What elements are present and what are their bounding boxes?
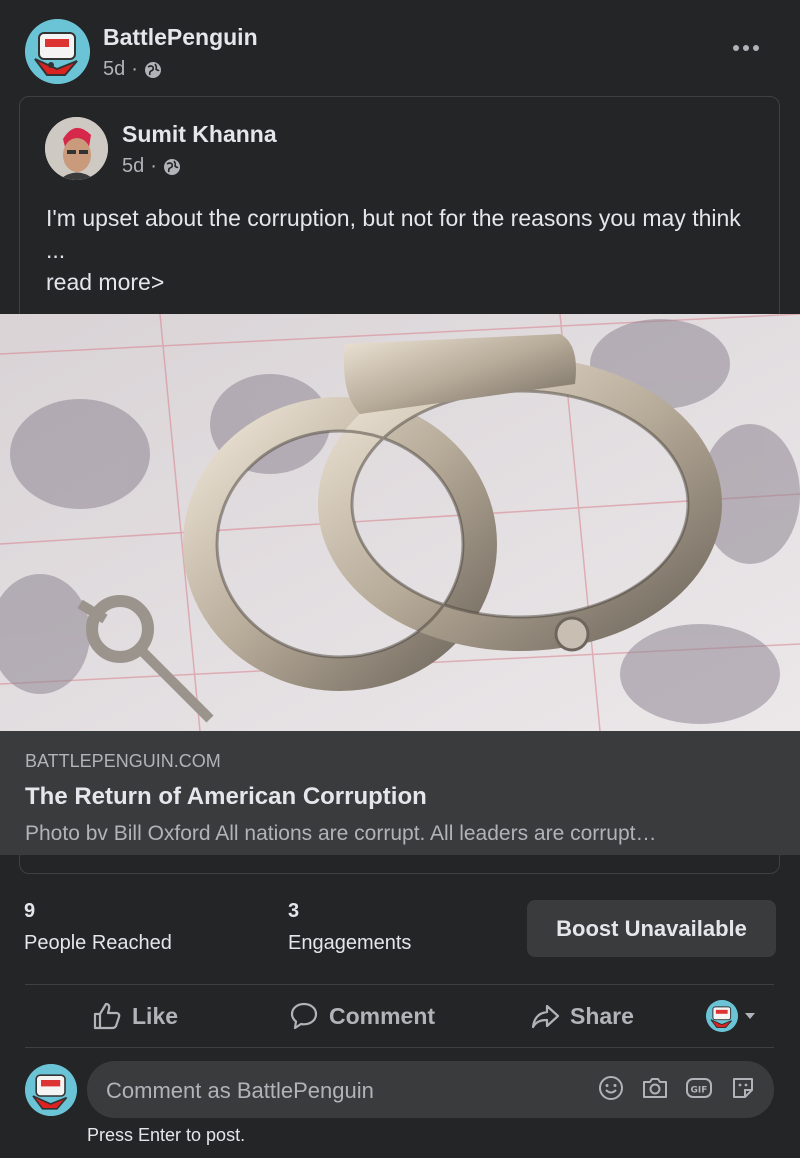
meta-separator: · [150, 155, 157, 177]
comment-button[interactable]: Comment [289, 998, 435, 1034]
globe-icon [163, 158, 180, 175]
comment-input[interactable]: Comment as BattlePenguin GIF [87, 1061, 774, 1118]
post-meta: 5d · [103, 58, 162, 81]
handcuffs-image [0, 314, 800, 731]
engagements-value: 3 [288, 900, 300, 922]
read-more-label: read more [46, 269, 151, 295]
comment-placeholder: Comment as BattlePenguin [106, 1078, 374, 1103]
selector-avatar [706, 1000, 738, 1032]
gif-icon[interactable]: GIF [685, 1074, 713, 1102]
link-domain: BATTLEPENGUIN.COM [25, 751, 221, 771]
link-title: The Return of American Corruption [25, 783, 427, 810]
link-description: Photo bv Bill Oxford All nations are cor… [25, 822, 657, 845]
chevron-right-icon: > [150, 269, 165, 295]
composer-avatar[interactable] [25, 1064, 77, 1116]
people-reached-value: 9 [24, 900, 36, 922]
share-arrow-icon [531, 1004, 560, 1029]
smiley-icon[interactable] [597, 1074, 625, 1102]
actions-divider-bottom [25, 1047, 774, 1048]
meta-separator: · [131, 58, 138, 80]
people-reached-label: People Reached [24, 932, 172, 954]
penguin-logo-icon [706, 1000, 738, 1032]
comment-label: Comment [329, 1002, 436, 1029]
post-time[interactable]: 5d [103, 58, 125, 81]
caret-down-icon [745, 1013, 755, 1019]
more-options-button[interactable] [730, 36, 762, 60]
read-more-link[interactable]: read more> [46, 266, 164, 298]
penguin-logo-icon [25, 1064, 77, 1116]
shared-author-avatar[interactable] [45, 117, 108, 180]
engagements-label: Engagements [288, 932, 412, 954]
composer-tools: GIF [597, 1074, 757, 1102]
thumbs-up-icon [93, 1002, 121, 1030]
article-image[interactable] [0, 314, 800, 731]
link-preview[interactable]: BATTLEPENGUIN.COM The Return of American… [0, 731, 800, 855]
boost-unavailable-button[interactable]: Boost Unavailable [527, 900, 776, 957]
share-button[interactable]: Share [530, 998, 634, 1034]
shared-author-name[interactable]: Sumit Khanna [122, 121, 277, 148]
like-label: Like [132, 1002, 179, 1029]
shared-post-text: I'm upset about the corruption, but not … [46, 202, 746, 266]
speech-bubble-icon [290, 1002, 318, 1030]
actions-divider-top [25, 984, 774, 985]
press-enter-hint: Press Enter to post. [87, 1125, 246, 1145]
shared-post-time[interactable]: 5d [122, 155, 144, 178]
like-button[interactable]: Like [92, 998, 178, 1034]
page-avatar[interactable] [25, 19, 90, 84]
svg-text:GIF: GIF [691, 1086, 708, 1096]
profile-photo-icon [45, 117, 108, 180]
sticker-icon[interactable] [729, 1074, 757, 1102]
post-as-selector[interactable] [706, 998, 756, 1034]
shared-post-body: I'm upset about the corruption, but not … [46, 205, 741, 263]
penguin-logo-icon [25, 19, 90, 84]
globe-icon [144, 61, 161, 78]
more-options-icon [733, 45, 759, 51]
shared-post-meta: 5d · [122, 155, 181, 178]
camera-icon[interactable] [641, 1074, 669, 1102]
page-name[interactable]: BattlePenguin [103, 24, 258, 51]
boost-label: Boost Unavailable [556, 915, 747, 941]
share-label: Share [570, 1002, 634, 1029]
